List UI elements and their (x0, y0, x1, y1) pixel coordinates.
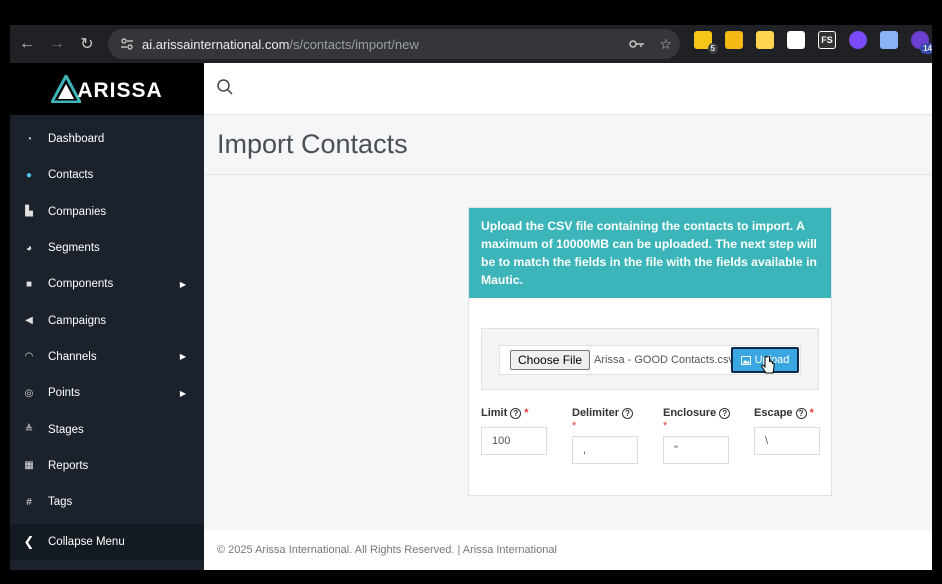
collapse-menu-button[interactable]: ❮ Collapse Menu (10, 524, 204, 560)
import-panel: Upload the CSV file containing the conta… (468, 207, 832, 496)
question-circle-icon[interactable]: ? (719, 408, 731, 419)
browser-toolbar: ← → ↻ ai.arissainternational.com/s/conta… (10, 25, 932, 63)
footer: © 2025 Arissa International. All Rights … (204, 530, 932, 570)
caret-right-icon: ▶ (179, 388, 186, 398)
sidebar-item-label: Points (48, 387, 80, 400)
import-info-message: Upload the CSV file containing the conta… (469, 208, 831, 298)
page-header: Import Contacts (204, 115, 932, 175)
hashtag-icon: # (26, 496, 32, 508)
required-marker: * (572, 420, 577, 432)
stages-icon: ≜ (24, 424, 34, 436)
browser-window: ← → ↻ ai.arissainternational.com/s/conta… (10, 25, 932, 570)
hand-cursor-icon (761, 356, 775, 374)
docs-extension-icon[interactable] (787, 31, 805, 49)
enclosure-input[interactable]: " (663, 436, 729, 464)
question-circle-icon[interactable]: ? (622, 408, 634, 419)
bookmark-star-icon[interactable]: ☆ (659, 36, 672, 53)
delimiter-field: Delimiter? * , (572, 407, 638, 464)
url-path: /s/contacts/import/new (289, 36, 419, 52)
url-text[interactable]: ai.arissainternational.com/s/contacts/im… (142, 37, 419, 52)
sidebar-item-campaigns[interactable]: ◀ Campaigns (10, 302, 204, 338)
sidebar-item-label: Segments (48, 242, 100, 255)
site-settings-icon[interactable] (112, 38, 142, 50)
collapse-menu-label: Collapse Menu (48, 536, 125, 548)
caret-right-icon: ▶ (179, 279, 186, 289)
limit-label: Limit? * (481, 407, 529, 419)
sidebar-item-components[interactable]: ■ Components ▶ (10, 266, 204, 302)
sidebar-item-label: Dashboard (48, 133, 105, 146)
puzzle-icon: ■ (25, 278, 33, 290)
highlighter-extension-icon[interactable] (756, 31, 774, 49)
sidebar-item-companies[interactable]: ▙ Companies (10, 194, 204, 230)
address-bar[interactable]: ai.arissainternational.com/s/contacts/im… (108, 29, 680, 59)
logo[interactable]: ARISSA (10, 63, 204, 115)
url-domain: ai.arissainternational.com (142, 36, 290, 52)
target-icon: ◎ (24, 387, 34, 399)
image-icon (740, 355, 751, 365)
sticky-notes-extension-icon[interactable]: 5 (694, 31, 718, 54)
sidebar-item-contacts[interactable]: ● Contacts (10, 157, 204, 193)
extension-badge: 5 (707, 43, 718, 54)
sidebar-item-label: Companies (48, 205, 107, 218)
limit-field: Limit? * 100 (481, 407, 547, 455)
sidebar: ARISSA ◔ Dashboard ● Contacts ▙ Companies ◕ Seg… (10, 63, 204, 570)
building-icon: ▙ (25, 206, 33, 218)
notes-extension-icon[interactable] (725, 31, 743, 49)
sidebar-item-stages[interactable]: ≜ Stages (10, 411, 204, 447)
escape-input[interactable]: \ (754, 427, 820, 455)
password-key-icon[interactable] (629, 36, 645, 52)
extensions-bar: 5 FS 14 (694, 31, 932, 54)
sidebar-item-label: Stages (48, 423, 84, 436)
dashboard-icon: ◔ (25, 133, 33, 145)
escape-label: Escape? * (754, 407, 814, 419)
limit-input[interactable]: 100 (481, 427, 547, 455)
fs-extension-icon[interactable]: FS (818, 31, 836, 49)
question-circle-icon[interactable]: ? (795, 408, 807, 419)
copy-extension-icon[interactable] (880, 31, 898, 49)
footer-text: © 2025 Arissa International. All Rights … (217, 544, 557, 556)
caret-right-icon: ▶ (179, 352, 186, 362)
sidebar-item-reports[interactable]: ▦ Reports (10, 448, 204, 484)
file-input[interactable]: Choose File Arissa - GOOD Contacts.csv U… (499, 345, 801, 375)
selected-file-name: Arissa - GOOD Contacts.csv (594, 354, 735, 366)
enclosure-label: Enclosure? (663, 407, 731, 419)
sidebar-item-dashboard[interactable]: ◔ Dashboard (10, 121, 204, 157)
chevron-left-icon: ❮ (23, 534, 35, 549)
question-circle-icon[interactable]: ? (510, 408, 522, 419)
sidebar-item-label: Contacts (48, 169, 94, 182)
sidebar-item-label: Campaigns (48, 314, 107, 327)
rss-icon: ◠ (24, 351, 34, 363)
delimiter-label: Delimiter? (572, 407, 638, 419)
sidebar-item-label: Reports (48, 459, 89, 472)
brand-name: ARISSA (77, 79, 163, 102)
sidebar-item-label: Channels (48, 350, 97, 363)
report-icon: ▦ (24, 460, 34, 472)
back-arrow-icon[interactable]: ← (12, 29, 42, 59)
profile-extension-icon[interactable]: 14 (911, 31, 932, 54)
sidebar-item-points[interactable]: ◎ Points ▶ (10, 375, 204, 411)
escape-field: Escape? * \ (754, 407, 820, 455)
purple-extension-icon[interactable] (849, 31, 867, 49)
delimiter-input[interactable]: , (572, 436, 638, 464)
sidebar-item-label: Components (48, 278, 114, 291)
sidebar-item-segments[interactable]: ◕ Segments (10, 230, 204, 266)
sidebar-nav: ◔ Dashboard ● Contacts ▙ Companies ◕ Segments ■ C… (10, 115, 204, 520)
user-icon: ● (25, 169, 33, 181)
enclosure-field: Enclosure? * " (663, 407, 731, 464)
extension-badge: 14 (920, 43, 932, 54)
megaphone-icon: ◀ (25, 315, 33, 327)
forward-arrow-icon[interactable]: → (42, 29, 72, 59)
sidebar-item-label: Tags (48, 496, 73, 509)
pie-chart-icon: ◕ (25, 242, 33, 254)
required-marker: * (663, 420, 668, 432)
sidebar-item-channels[interactable]: ◠ Channels ▶ (10, 339, 204, 375)
main-content: Import Contacts Upload the CSV file cont… (204, 115, 932, 570)
search-icon[interactable] (216, 78, 234, 96)
choose-file-button[interactable]: Choose File (510, 350, 591, 370)
top-bar (204, 63, 932, 115)
reload-icon[interactable]: ↻ (72, 29, 102, 59)
sidebar-item-tags[interactable]: # Tags (10, 484, 204, 520)
page-title: Import Contacts (217, 129, 408, 159)
